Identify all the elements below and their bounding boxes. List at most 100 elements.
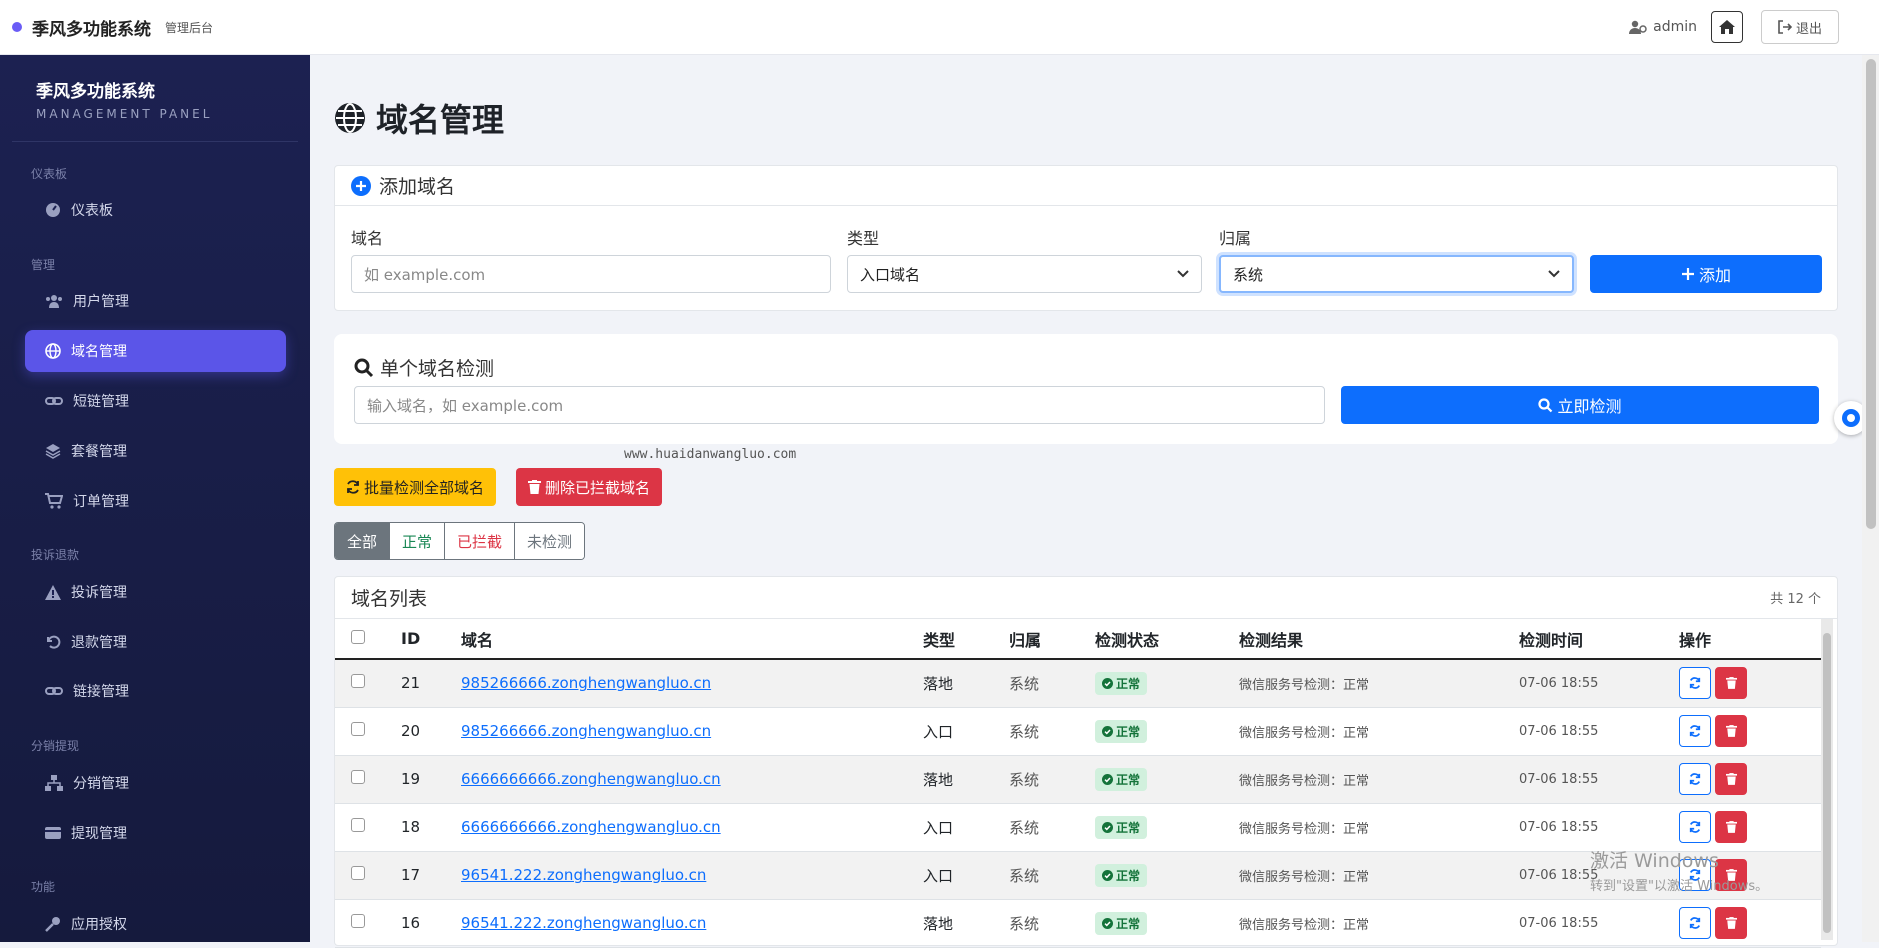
sidebar-item-label: 分销管理 (73, 776, 129, 792)
logout-button[interactable]: 退出 (1760, 10, 1839, 44)
row-checkbox[interactable] (351, 818, 365, 832)
undo-icon (47, 635, 61, 649)
delete-blocked-button[interactable]: 删除已拦截域名 (516, 468, 663, 506)
domain-input-placeholder: 如 example.com (364, 265, 486, 284)
sidebar-item-label: 域名管理 (71, 344, 127, 360)
row-checkbox[interactable] (351, 770, 365, 784)
row-delete-button[interactable] (1715, 811, 1747, 843)
table-row: 19 6666666666.zonghengwangluo.cn 落地 系统 正常 微信服… (335, 755, 1821, 804)
type-select[interactable]: 入口域名 (847, 255, 1202, 293)
row-result: 微信服务号检测：正常 (1239, 659, 1519, 708)
sidebar-section-dashboard: 仪表板 (31, 167, 68, 181)
row-owner: 系统 (1009, 851, 1095, 900)
row-checkbox[interactable] (351, 914, 365, 928)
table-row: 18 6666666666.zonghengwangluo.cn 入口 系统 正常 微信服… (335, 803, 1821, 852)
sidebar-item-links[interactable]: 链接管理 (25, 670, 286, 712)
sidebar-item-dashboard[interactable]: 仪表板 (25, 189, 286, 231)
sidebar-item-label: 短链管理 (73, 394, 129, 410)
filter-unchecked[interactable]: 未检测 (515, 523, 585, 559)
filter-all[interactable]: 全部 (335, 523, 391, 559)
page-scroll-thumb[interactable] (1866, 59, 1876, 529)
owner-select-value: 系统 (1233, 265, 1264, 284)
trash-icon (528, 480, 541, 494)
home-button[interactable] (1710, 11, 1743, 43)
row-type: 落地 (923, 899, 1009, 948)
sidebar-item-distribution[interactable]: 分销管理 (25, 762, 286, 804)
owner-label: 归属 (1219, 229, 1252, 248)
status-filter-group: 全部 正常 已拦截 未检测 (334, 522, 586, 560)
users-icon (46, 295, 62, 308)
check-circle-icon (1102, 773, 1113, 785)
sidebar-item-domains[interactable]: 域名管理 (25, 330, 286, 372)
row-recheck-button[interactable] (1679, 907, 1711, 939)
batch-check-button[interactable]: 批量检测全部域名 (334, 468, 497, 506)
row-domain-link[interactable]: 6666666666.zonghengwangluo.cn (461, 770, 721, 788)
row-id: 20 (401, 707, 461, 756)
add-domain-header: 添加域名 (335, 166, 1837, 206)
logout-icon (1778, 20, 1792, 34)
brand-dot-icon (12, 22, 22, 32)
row-delete-button[interactable] (1715, 907, 1747, 939)
sidebar-item-licensing[interactable]: 应用授权 (25, 903, 286, 945)
row-time: 07-06 18:55 (1519, 659, 1679, 708)
sidebar-item-label: 投诉管理 (71, 585, 127, 601)
row-result: 微信服务号检测：正常 (1239, 803, 1519, 852)
link-icon (45, 687, 63, 695)
add-button[interactable]: 添加 (1590, 255, 1822, 293)
row-checkbox[interactable] (351, 722, 365, 736)
sidebar-item-users[interactable]: 用户管理 (25, 280, 286, 322)
brand[interactable]: 季风多功能系统 管理后台 (12, 15, 213, 40)
sidebar-item-label: 提现管理 (71, 826, 127, 842)
table-scroll-thumb[interactable] (1823, 633, 1831, 933)
owner-select[interactable]: 系统 (1219, 255, 1574, 293)
sidebar-item-withdrawals[interactable]: 提现管理 (25, 812, 286, 854)
row-result: 微信服务号检测：正常 (1239, 851, 1519, 900)
check-circle-icon (1102, 821, 1113, 833)
filter-normal[interactable]: 正常 (390, 523, 446, 559)
row-domain-link[interactable]: 985266666.zonghengwangluo.cn (461, 674, 711, 692)
domain-table: ID 域名 类型 归属 检测状态 检测结果 检测时间 操作 21 98526666… (335, 619, 1821, 948)
page-scrollbar[interactable] (1862, 55, 1879, 942)
row-type: 入口 (923, 707, 1009, 756)
filter-blocked[interactable]: 已拦截 (445, 523, 516, 559)
domain-list-header: 域名列表 共 12 个 (335, 577, 1837, 619)
row-domain-link[interactable]: 96541.222.zonghengwangluo.cn (461, 866, 706, 884)
row-domain-link[interactable]: 985266666.zonghengwangluo.cn (461, 722, 711, 740)
row-recheck-button[interactable] (1679, 811, 1711, 843)
col-actions: 操作 (1679, 619, 1821, 660)
sidebar: 季风多功能系统 MANAGEMENT PANEL 仪表板 仪表板 管理 用户管理… (0, 55, 310, 942)
sidebar-section-distribution: 分销提现 (31, 739, 80, 753)
sitemap-icon (45, 775, 63, 791)
check-circle-icon (1102, 725, 1113, 737)
sidebar-item-complaints[interactable]: 投诉管理 (25, 571, 286, 613)
user-menu[interactable]: admin (1629, 19, 1697, 35)
add-domain-title: 添加域名 (379, 176, 456, 198)
sidebar-title: 季风多功能系统 (36, 82, 155, 102)
table-scrollbar[interactable] (1821, 619, 1833, 940)
check-now-button[interactable]: 立即检测 (1341, 386, 1819, 424)
sidebar-item-packages[interactable]: 套餐管理 (25, 430, 286, 472)
row-owner: 系统 (1009, 659, 1095, 708)
cart-icon (45, 493, 63, 509)
row-checkbox[interactable] (351, 674, 365, 689)
check-domain-input[interactable]: 输入域名，如 example.com (354, 386, 1325, 424)
row-delete-button[interactable] (1715, 763, 1747, 795)
row-domain-link[interactable]: 96541.222.zonghengwangluo.cn (461, 914, 706, 932)
sidebar-item-orders[interactable]: 订单管理 (25, 480, 286, 522)
row-delete-button[interactable] (1715, 715, 1747, 747)
row-checkbox[interactable] (351, 866, 365, 880)
sidebar-item-refunds[interactable]: 退款管理 (25, 621, 286, 663)
add-button-label: 添加 (1698, 266, 1731, 285)
row-recheck-button[interactable] (1679, 715, 1711, 747)
select-all-checkbox[interactable] (351, 630, 365, 644)
row-recheck-button[interactable] (1679, 763, 1711, 795)
row-owner: 系统 (1009, 803, 1095, 852)
home-icon (1718, 20, 1735, 34)
row-domain-link[interactable]: 6666666666.zonghengwangluo.cn (461, 818, 721, 836)
domain-input[interactable]: 如 example.com (351, 255, 831, 293)
sidebar-item-shortlinks[interactable]: 短链管理 (25, 380, 286, 422)
warning-icon (45, 584, 61, 600)
search-icon (354, 358, 374, 377)
row-recheck-button[interactable] (1679, 667, 1711, 700)
row-delete-button[interactable] (1715, 667, 1747, 700)
